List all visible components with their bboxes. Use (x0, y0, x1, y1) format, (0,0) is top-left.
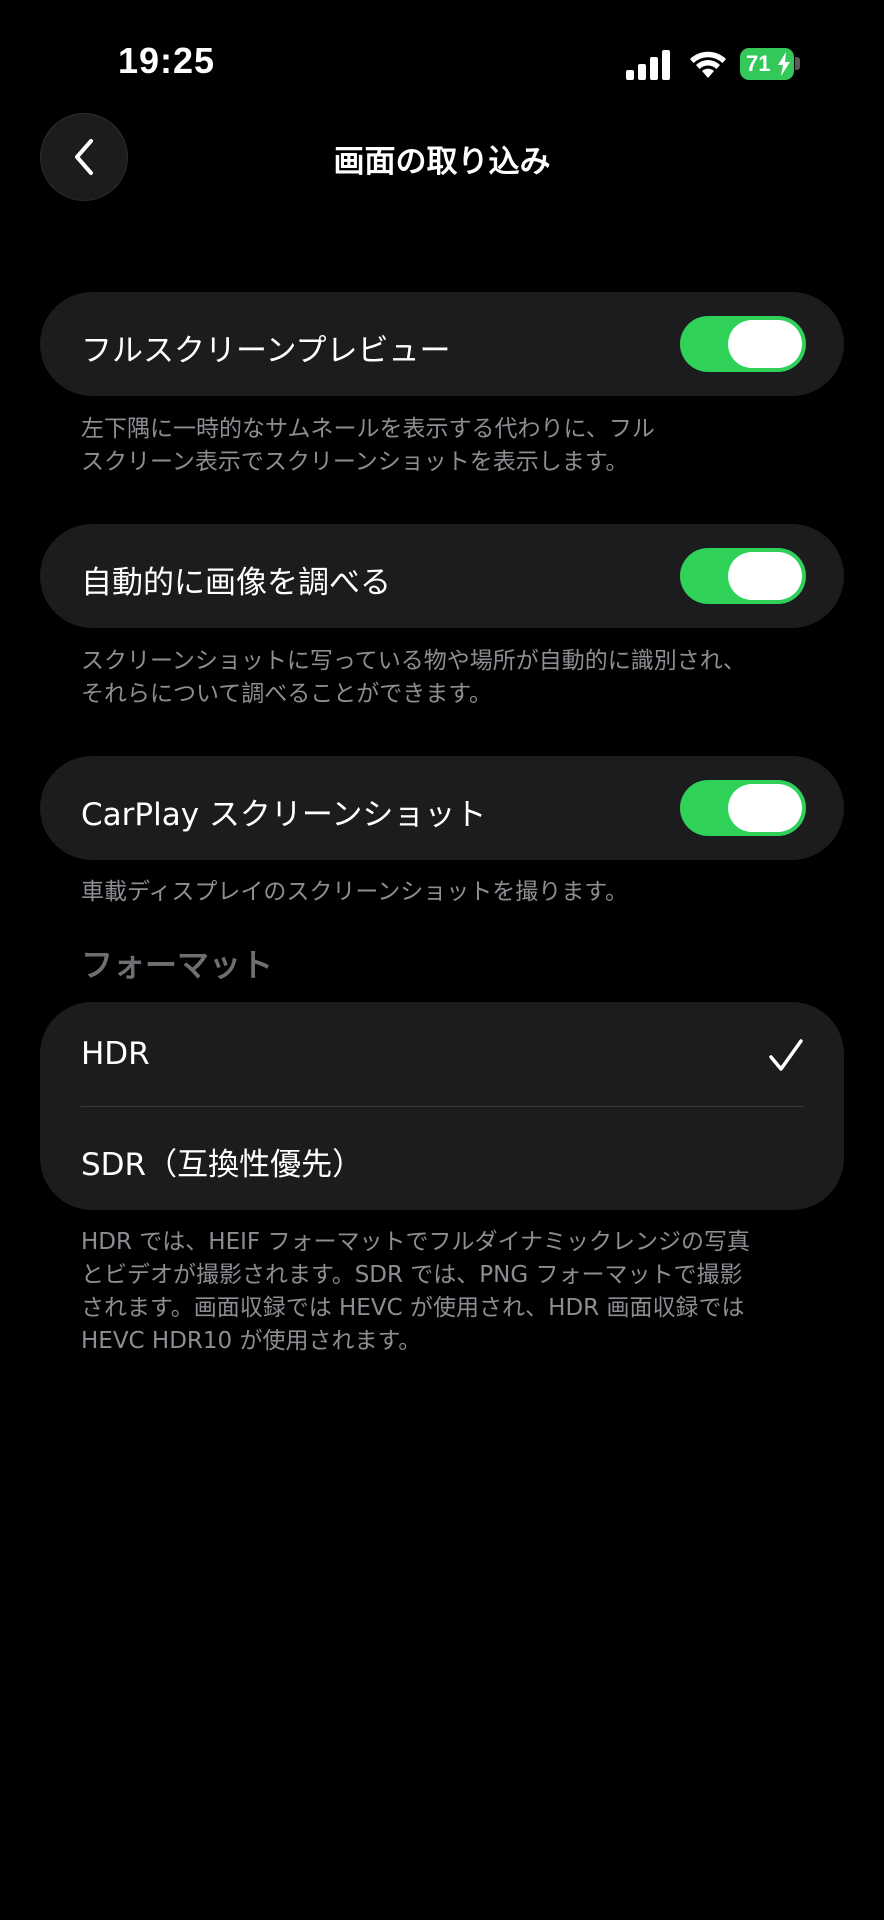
page-title: 画面の取り込み (333, 144, 551, 180)
format-options-group: HDR SDR（互換性優先） (40, 1002, 844, 1210)
footnote-line: それらについて調べることができます。 (81, 681, 493, 707)
footnote-line: スクリーン表示でスクリーンショットを表示します。 (81, 449, 629, 475)
footnote-line: されます。画面収録では HEVC が使用され、HDR 画面収録では (81, 1295, 745, 1321)
carplay-screenshot-row: CarPlay スクリーンショット (40, 756, 844, 860)
carplay-screenshot-toggle[interactable] (680, 780, 806, 836)
battery-indicator: 71 (740, 48, 794, 80)
footnote-line: 車載ディスプレイのスクリーンショットを撮ります。 (81, 879, 628, 905)
status-time: 19:25 (118, 40, 216, 81)
visual-lookup-toggle[interactable] (680, 548, 806, 604)
footnote-line: とビデオが撮影されます。SDR では、PNG フォーマットで撮影 (81, 1262, 743, 1288)
checkmark-icon (769, 1039, 803, 1071)
fullscreen-preview-footnote: 左下隅に一時的なサムネールを表示する代わりに、フル スクリーン表示でスクリーンシ… (81, 413, 801, 479)
wifi-icon (690, 51, 726, 78)
footnote-line: 左下隅に一時的なサムネールを表示する代わりに、フル (81, 416, 655, 442)
format-footnote: HDR では、HEIF フォーマットでフルダイナミックレンジの写真 とビデオが撮… (81, 1226, 821, 1358)
charging-bolt-icon (778, 52, 790, 76)
toggle-knob (728, 784, 802, 832)
format-option-hdr[interactable]: HDR (40, 1002, 844, 1106)
toggle-knob (728, 552, 802, 600)
fullscreen-preview-row: フルスクリーンプレビュー (40, 292, 844, 396)
visual-lookup-label: 自動的に画像を調べる (81, 565, 391, 601)
footnote-line: HEVC HDR10 が使用されます。 (81, 1328, 422, 1354)
visual-lookup-footnote: スクリーンショットに写っている物や場所が自動的に識別され、 それらについて調べる… (81, 645, 801, 711)
visual-lookup-row: 自動的に画像を調べる (40, 524, 844, 628)
format-section-header: フォーマット (81, 946, 274, 984)
carplay-screenshot-footnote: 車載ディスプレイのスクリーンショットを撮ります。 (81, 876, 801, 909)
format-option-label: HDR (81, 1036, 150, 1072)
carplay-screenshot-label: CarPlay スクリーンショット (81, 797, 487, 833)
battery-level: 71 (746, 51, 771, 76)
fullscreen-preview-toggle[interactable] (680, 316, 806, 372)
format-option-sdr[interactable]: SDR（互換性優先） (40, 1107, 844, 1210)
fullscreen-preview-label: フルスクリーンプレビュー (81, 333, 451, 369)
battery-tip (795, 57, 800, 70)
toggle-knob (728, 320, 802, 368)
cellular-signal-icon (626, 50, 672, 80)
footnote-line: スクリーンショットに写っている物や場所が自動的に識別され、 (81, 648, 746, 674)
footnote-line: HDR では、HEIF フォーマットでフルダイナミックレンジの写真 (81, 1229, 750, 1255)
format-option-label: SDR（互換性優先） (81, 1147, 364, 1183)
